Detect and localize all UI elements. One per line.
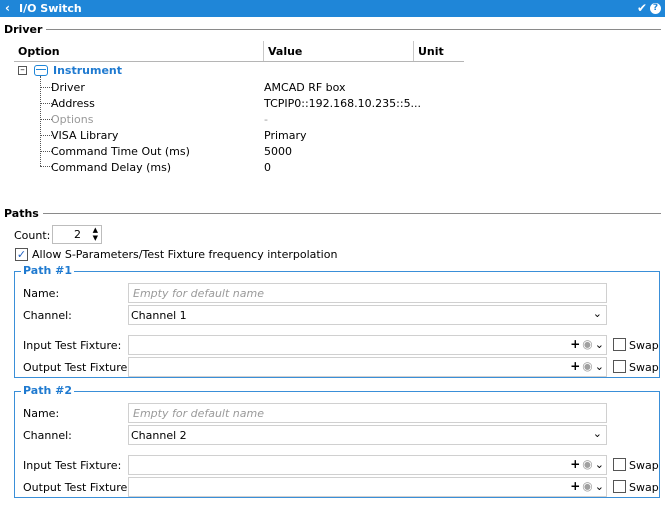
chevron-down-icon[interactable]: ⌄: [593, 427, 602, 440]
swap-label[interactable]: Swap: [629, 459, 659, 472]
back-chevron-icon[interactable]: ‹: [5, 1, 10, 15]
name-label: Name:: [23, 287, 60, 300]
help-icon[interactable]: ?: [650, 3, 661, 14]
option-row-command-delay[interactable]: Command Delay (ms) 0: [14, 159, 464, 175]
swap-label[interactable]: Swap: [629, 481, 659, 494]
option-name: Options: [51, 113, 94, 126]
path-2-output-swap-checkbox[interactable]: [613, 480, 626, 493]
path-1-name-input[interactable]: Empty for default name: [128, 283, 607, 303]
chevron-down-icon[interactable]: ⌄: [595, 360, 604, 373]
instrument-icon: [34, 65, 48, 76]
collapse-toggle[interactable]: –: [18, 66, 27, 75]
option-row-command-timeout[interactable]: Command Time Out (ms) 5000: [14, 143, 464, 159]
name-label: Name:: [23, 407, 60, 420]
instrument-label: Instrument: [53, 64, 122, 77]
option-value[interactable]: Primary: [264, 129, 307, 142]
channel-value: Channel 1: [131, 309, 187, 322]
plus-icon[interactable]: +: [570, 457, 580, 471]
option-row-address[interactable]: Address TCPIP0::192.168.10.235::5...: [14, 95, 464, 111]
eye-icon[interactable]: ◉: [582, 479, 592, 493]
option-value[interactable]: 0: [264, 161, 271, 174]
paths-section-title: Paths: [4, 207, 43, 220]
path-1-title: Path #1: [21, 264, 74, 277]
option-value[interactable]: 5000: [264, 145, 292, 158]
channel-value: Channel 2: [131, 429, 187, 442]
path-1-output-swap-checkbox[interactable]: [613, 360, 626, 373]
input-fixture-label: Input Test Fixture:: [23, 459, 122, 472]
path-2-output-fixture[interactable]: + ◉ ⌄: [128, 477, 607, 497]
option-row-visa-library[interactable]: VISA Library Primary: [14, 127, 464, 143]
swap-label[interactable]: Swap: [629, 361, 659, 374]
path-2-name-input[interactable]: Empty for default name: [128, 403, 607, 423]
output-fixture-label: Output Test Fixture:: [23, 481, 131, 494]
option-row-options: Options -: [14, 111, 464, 127]
driver-divider: [4, 29, 661, 30]
path-1-input-fixture[interactable]: + ◉ ⌄: [128, 335, 607, 355]
spinner-arrows-icon[interactable]: ▲ ▼: [93, 226, 98, 242]
options-grid-header: Option Value Unit: [14, 41, 464, 62]
path-1-input-swap-checkbox[interactable]: [613, 338, 626, 351]
channel-label: Channel:: [23, 429, 72, 442]
interpolation-checkbox[interactable]: ✓: [15, 248, 28, 261]
path-2-input-fixture[interactable]: + ◉ ⌄: [128, 455, 607, 475]
count-label: Count:: [14, 229, 51, 242]
title-bar: ‹ I/O Switch ✔ ?: [0, 0, 665, 17]
window-title: I/O Switch: [19, 2, 82, 15]
count-value[interactable]: 2: [74, 228, 81, 241]
path-2-input-swap-checkbox[interactable]: [613, 458, 626, 471]
chevron-down-icon[interactable]: ⌄: [595, 458, 604, 471]
interpolation-label[interactable]: Allow S-Parameters/Test Fixture frequenc…: [32, 248, 337, 261]
path-2-group: Path #2 Name: Empty for default name Cha…: [14, 384, 660, 498]
channel-label: Channel:: [23, 309, 72, 322]
option-name: Address: [51, 97, 95, 110]
option-value[interactable]: TCPIP0::192.168.10.235::5...: [264, 97, 421, 110]
input-fixture-label: Input Test Fixture:: [23, 339, 122, 352]
plus-icon[interactable]: +: [570, 359, 580, 373]
path-1-output-fixture[interactable]: + ◉ ⌄: [128, 357, 607, 377]
path-1-channel-select[interactable]: Channel 1 ⌄: [128, 305, 607, 325]
path-2-channel-select[interactable]: Channel 2 ⌄: [128, 425, 607, 445]
name-placeholder: Empty for default name: [133, 407, 264, 420]
chevron-down-icon[interactable]: ⌄: [593, 307, 602, 320]
option-name: Command Delay (ms): [51, 161, 172, 174]
column-option[interactable]: Option: [14, 41, 264, 61]
chevron-down-icon[interactable]: ⌄: [595, 338, 604, 351]
swap-label[interactable]: Swap: [629, 339, 659, 352]
eye-icon[interactable]: ◉: [582, 359, 592, 373]
count-spinner[interactable]: 2 ▲ ▼: [52, 225, 102, 244]
paths-divider: [4, 213, 661, 214]
chevron-down-icon[interactable]: ⌄: [595, 480, 604, 493]
option-name: Driver: [51, 81, 85, 94]
name-placeholder: Empty for default name: [133, 287, 264, 300]
option-name: VISA Library: [51, 129, 119, 142]
plus-icon[interactable]: +: [570, 479, 580, 493]
plus-icon[interactable]: +: [570, 337, 580, 351]
checkmark-icon[interactable]: ✔: [637, 1, 647, 15]
option-value: -: [264, 113, 268, 126]
driver-section-title: Driver: [4, 23, 47, 36]
option-row-driver[interactable]: Driver AMCAD RF box: [14, 79, 464, 95]
column-unit[interactable]: Unit: [414, 41, 464, 61]
path-1-group: Path #1 Name: Empty for default name Cha…: [14, 264, 660, 378]
option-value[interactable]: AMCAD RF box: [264, 81, 346, 94]
eye-icon[interactable]: ◉: [582, 457, 592, 471]
option-name: Command Time Out (ms): [51, 145, 190, 158]
path-2-title: Path #2: [21, 384, 74, 397]
eye-icon[interactable]: ◉: [582, 337, 592, 351]
column-value[interactable]: Value: [264, 41, 414, 61]
tree-root-instrument[interactable]: – Instrument: [14, 62, 464, 78]
output-fixture-label: Output Test Fixture:: [23, 361, 131, 374]
